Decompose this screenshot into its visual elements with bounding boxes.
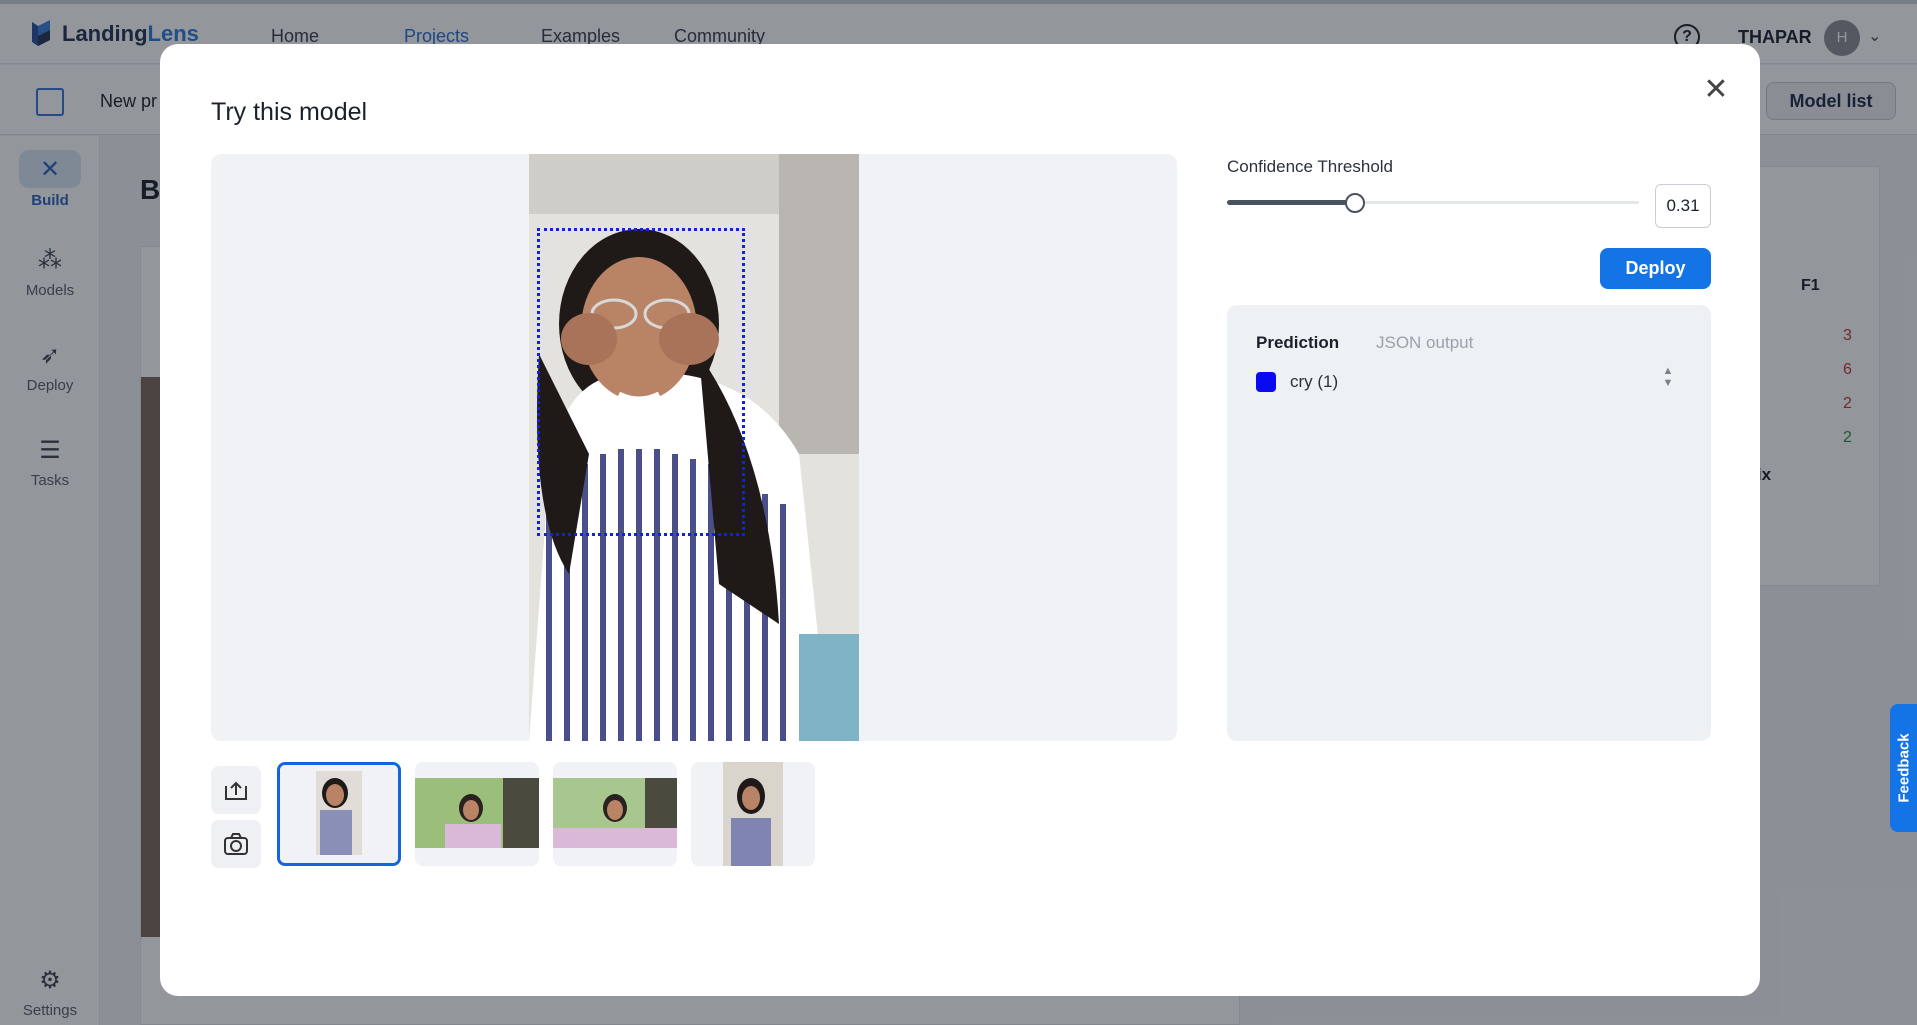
try-model-dialog: Try this model ✕ Confidence Threshold 0.… <box>160 44 1760 996</box>
sort-icon[interactable]: ▲ ▼ <box>1660 365 1676 399</box>
dialog-title: Try this model <box>211 98 368 126</box>
camera-button[interactable] <box>211 820 261 868</box>
bounding-box-cry <box>537 228 745 536</box>
upload-icon <box>225 781 247 800</box>
prediction-label: cry (1) <box>1290 372 1339 391</box>
thumbnail-image <box>691 762 815 866</box>
prediction-panel: Prediction JSON output cry (1) ▲ ▼ <box>1227 305 1711 741</box>
image-viewer <box>211 154 1177 741</box>
slider-handle[interactable] <box>1344 193 1365 213</box>
upload-image-button[interactable] <box>211 766 261 814</box>
camera-icon <box>224 833 248 855</box>
thumbnail-1[interactable] <box>277 762 401 866</box>
slider-fill <box>1227 200 1355 205</box>
class-color-swatch <box>1256 372 1276 392</box>
thumbnail-image <box>280 765 398 863</box>
thumbnail-4[interactable] <box>691 762 815 866</box>
thumbnail-image <box>553 762 677 866</box>
feedback-label: Feedback <box>1895 733 1912 803</box>
deploy-button[interactable]: Deploy <box>1600 248 1711 289</box>
close-icon[interactable]: ✕ <box>1700 74 1732 106</box>
confidence-input[interactable]: 0.31 <box>1655 184 1711 228</box>
thumbnail-3[interactable] <box>553 762 677 866</box>
thumbnail-image <box>415 762 539 866</box>
confidence-slider[interactable] <box>1227 193 1639 213</box>
prediction-item: cry (1) <box>1256 370 1338 394</box>
confidence-threshold-label: Confidence Threshold <box>1227 157 1394 176</box>
thumbnail-2[interactable] <box>415 762 539 866</box>
tab-prediction[interactable]: Prediction <box>1256 333 1339 353</box>
feedback-tab[interactable]: Feedback <box>1890 704 1917 832</box>
tab-json-output[interactable]: JSON output <box>1376 333 1473 353</box>
